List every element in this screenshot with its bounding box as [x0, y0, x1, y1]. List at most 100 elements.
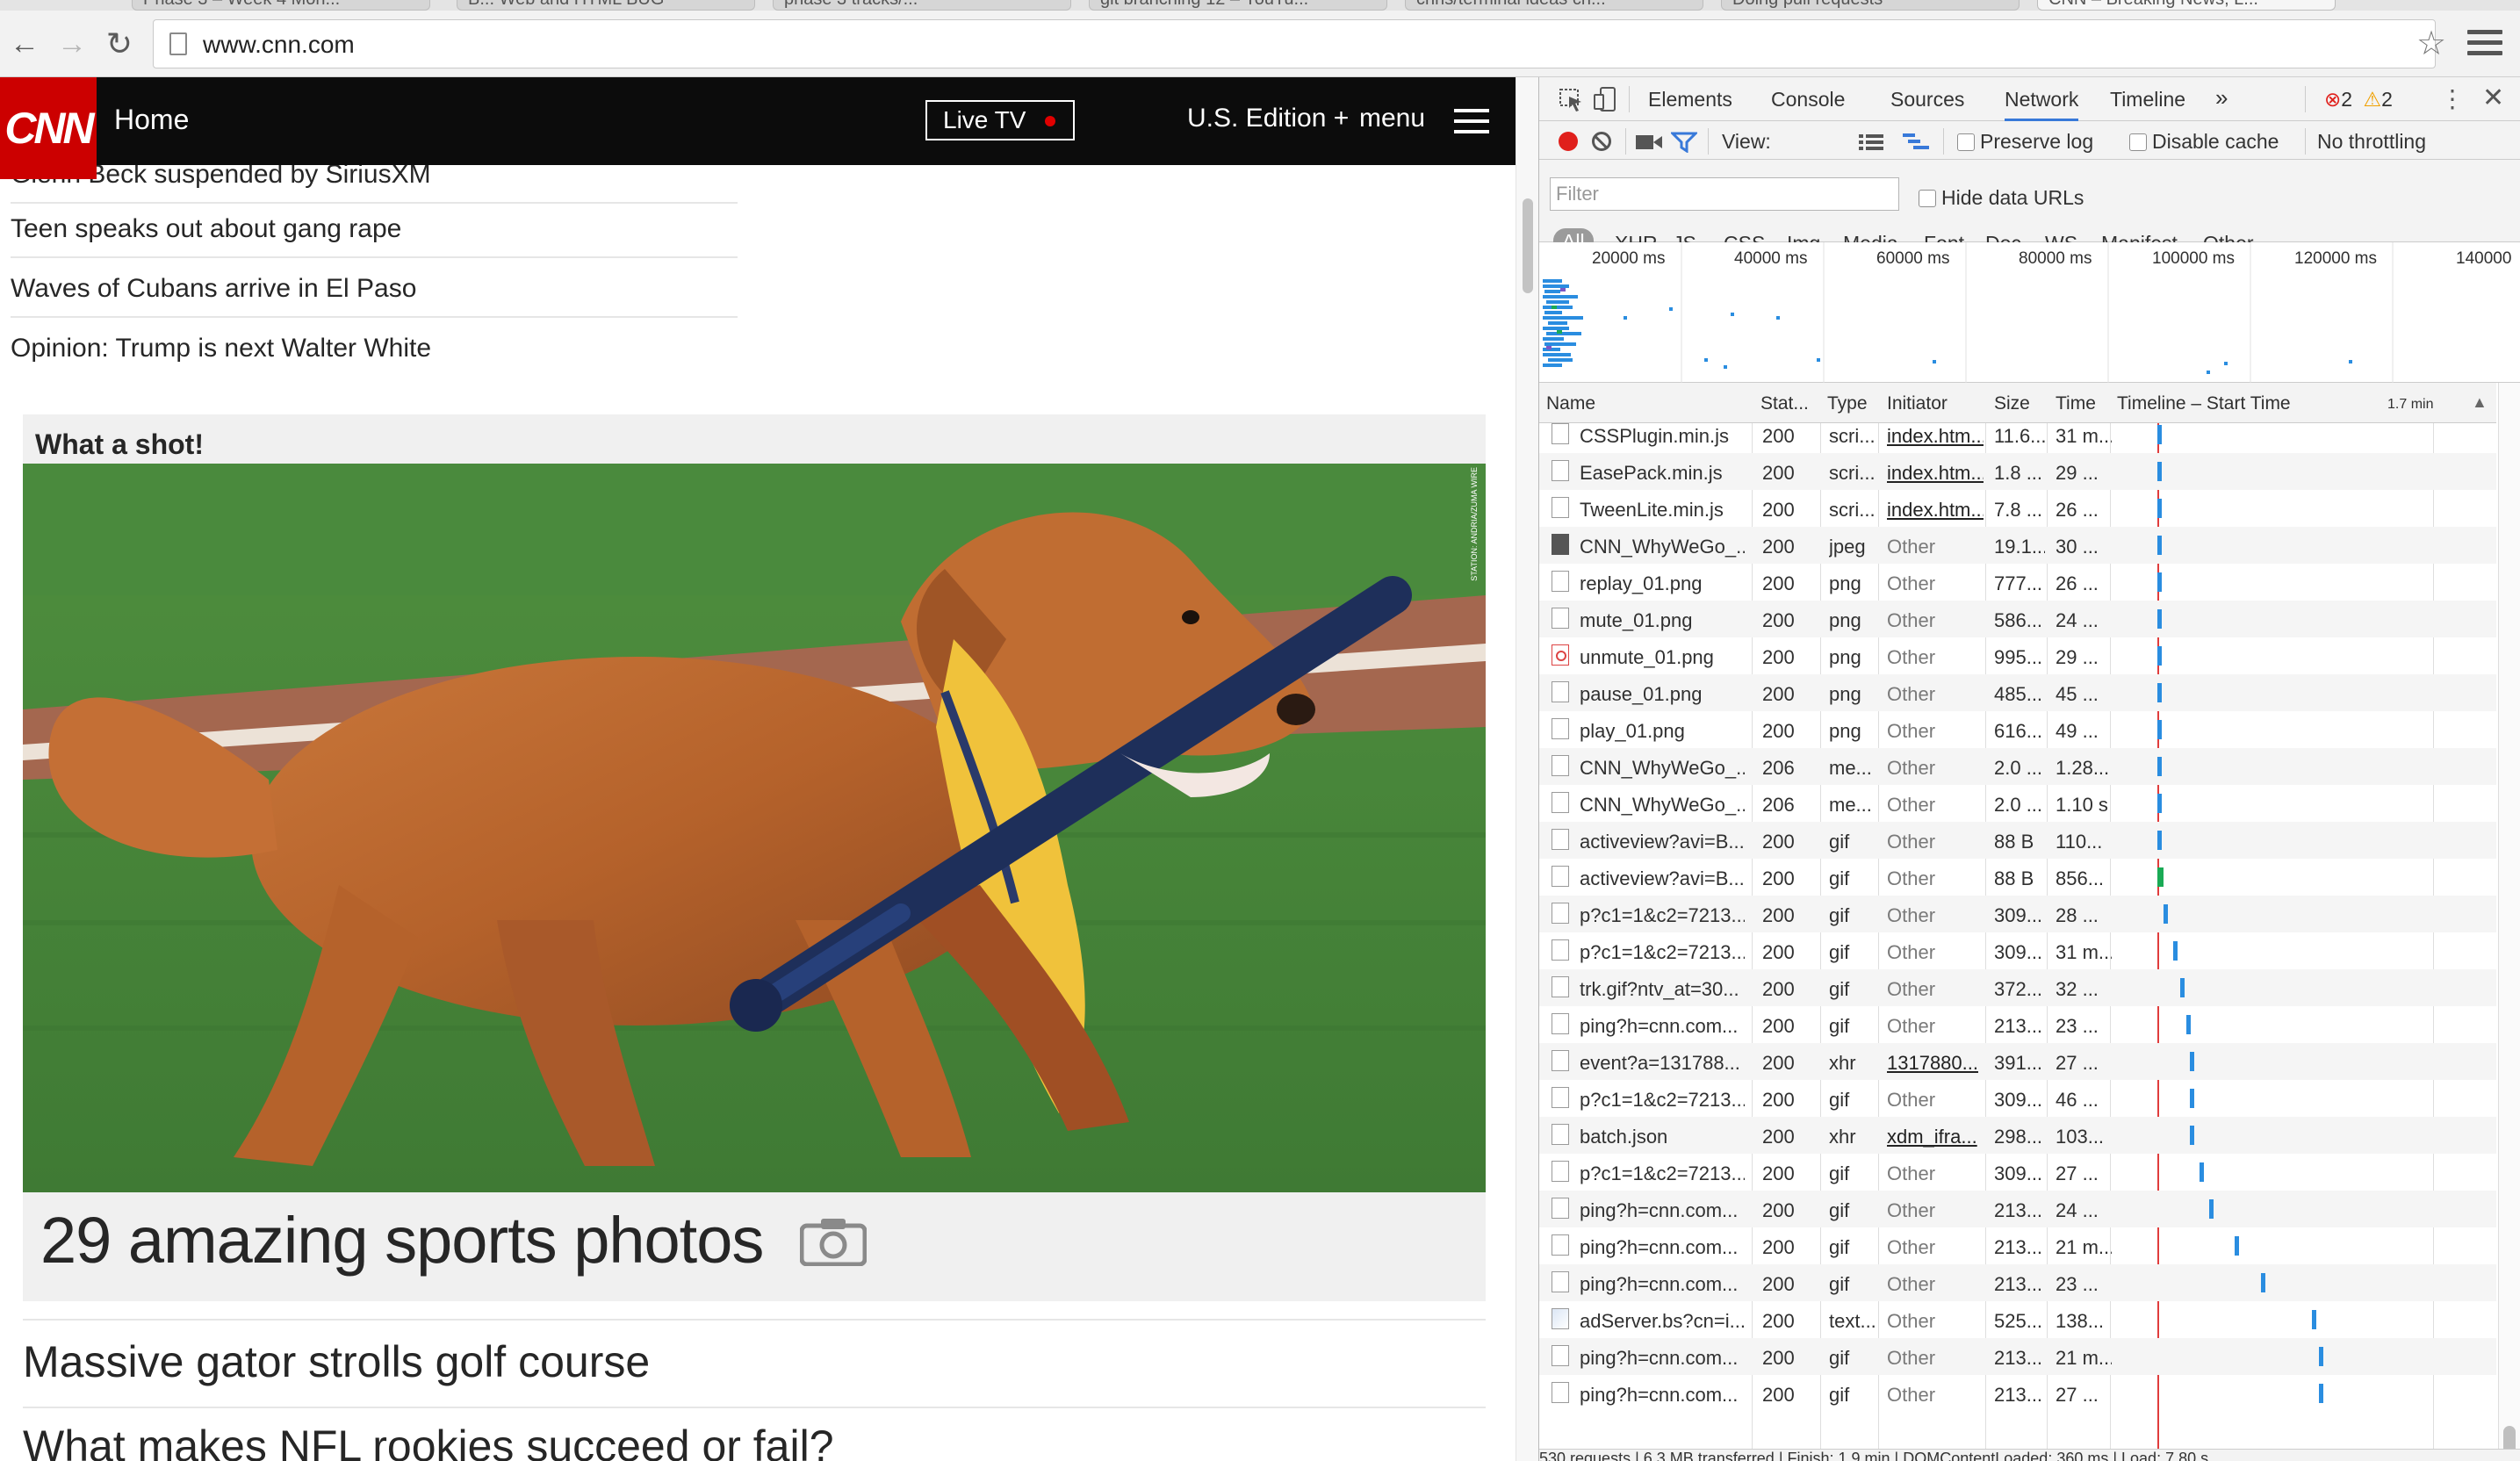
waterfall-bar[interactable] — [2260, 1273, 2265, 1292]
reload-icon[interactable]: ↻ — [102, 26, 137, 61]
photo-gallery-card[interactable]: What a shot! STATION: ANDRIA/ZUMA WIRE 2… — [23, 414, 1486, 1301]
table-row[interactable]: pause_01.png 200 png Other 485... 45 ... — [1539, 674, 2496, 711]
disable-cache-checkbox[interactable]: Disable cache — [2129, 130, 2279, 154]
browser-tab-active[interactable]: CNN – Breaking News, L... — [2037, 0, 2336, 11]
request-name[interactable]: mute_01.png — [1580, 609, 1745, 632]
more-tabs-icon[interactable]: » — [2215, 84, 2228, 112]
dog-with-bat-photo[interactable]: STATION: ANDRIA/ZUMA WIRE — [23, 464, 1486, 1192]
menu-label[interactable]: menu — [1359, 104, 1425, 133]
page-scroll-thumb[interactable] — [1523, 198, 1533, 293]
column-header-time[interactable]: Time — [2056, 393, 2096, 414]
table-row[interactable]: p?c1=1&c2=7213... 200 gif Other 309... 46 ... — [1539, 1080, 2496, 1117]
browser-tab[interactable]: git branching 12 – YouTu... — [1089, 0, 1387, 11]
table-row[interactable]: CNN_WhyWeGo_... 206 me... Other 2.0 ... 1.28.… — [1539, 748, 2496, 785]
browser-tab[interactable]: Doing pull requests — [1721, 0, 2020, 11]
table-row[interactable]: trk.gif?ntv_at=30... 200 gif Other 372... 32 … — [1539, 969, 2496, 1006]
table-row[interactable]: event?a=131788... 200 xhr 1317880... 391... 2… — [1539, 1043, 2496, 1080]
table-row[interactable]: ping?h=cnn.com... 200 gif Other 213... 27 ... — [1539, 1375, 2496, 1412]
request-name[interactable]: ping?h=cnn.com... — [1580, 1015, 1745, 1038]
waterfall-bar[interactable] — [2156, 683, 2162, 702]
request-name[interactable]: CNN_WhyWeGo_... — [1580, 794, 1745, 817]
live-tv-button[interactable]: Live TV — [925, 100, 1075, 140]
hamburger-menu-icon[interactable] — [1454, 109, 1489, 135]
gallery-title[interactable]: 29 amazing sports photos — [40, 1203, 764, 1277]
sort-ascending-icon[interactable]: ▲ — [2472, 393, 2488, 412]
column-header-waterfall[interactable]: Timeline – Start Time — [2117, 393, 2291, 414]
request-name[interactable]: ping?h=cnn.com... — [1580, 1273, 1745, 1296]
table-row[interactable]: batch.json 200 xhr xdm_ifra... 298... 103... — [1539, 1117, 2496, 1154]
tab-timeline[interactable]: Timeline — [2110, 88, 2185, 112]
request-name[interactable]: p?c1=1&c2=7213... — [1580, 1162, 1745, 1185]
request-name[interactable]: trk.gif?ntv_at=30... — [1580, 978, 1745, 1001]
column-header-type[interactable]: Type — [1827, 393, 1868, 414]
table-row[interactable]: ping?h=cnn.com... 200 gif Other 213... 23 ... — [1539, 1264, 2496, 1301]
request-initiator[interactable]: xdm_ifra... — [1887, 1126, 1984, 1148]
record-icon[interactable] — [1559, 132, 1578, 151]
waterfall-bar[interactable] — [2156, 757, 2162, 776]
cnn-logo[interactable]: CNN — [0, 77, 97, 179]
waterfall-bar[interactable] — [2156, 831, 2162, 850]
request-name[interactable]: ping?h=cnn.com... — [1580, 1199, 1745, 1222]
address-bar[interactable]: www.cnn.com — [153, 19, 2436, 68]
request-name[interactable]: p?c1=1&c2=7213... — [1580, 941, 1745, 964]
column-header-status[interactable]: Stat... — [1760, 393, 1809, 414]
hamburger-icon[interactable] — [2467, 30, 2502, 61]
table-row[interactable]: adServer.bs?cn=i... 200 text... Other 525...… — [1539, 1301, 2496, 1338]
request-name[interactable]: event?a=131788... — [1580, 1052, 1745, 1075]
device-toolbar-icon[interactable] — [1592, 86, 1618, 112]
url-text[interactable]: www.cnn.com — [203, 31, 355, 59]
large-rows-icon[interactable] — [1859, 133, 1885, 151]
inspect-element-icon[interactable] — [1559, 88, 1585, 112]
waterfall-bar[interactable] — [2156, 536, 2162, 555]
filter-funnel-icon[interactable] — [1671, 132, 1697, 153]
close-devtools-icon[interactable]: ✕ — [2482, 83, 2504, 113]
headline-link[interactable]: Opinion: Trump is next Walter White — [11, 334, 738, 376]
request-initiator[interactable]: index.htm... — [1887, 425, 1984, 448]
table-row[interactable]: ping?h=cnn.com... 200 gif Other 213... 21 m..… — [1539, 1227, 2496, 1264]
tab-console[interactable]: Console — [1771, 88, 1845, 112]
request-name[interactable]: p?c1=1&c2=7213... — [1580, 1089, 1745, 1112]
request-name[interactable]: EasePack.min.js — [1580, 462, 1745, 485]
preserve-log-checkbox[interactable]: Preserve log — [1957, 130, 2093, 154]
request-name[interactable]: ping?h=cnn.com... — [1580, 1236, 1745, 1259]
kebab-menu-icon[interactable]: ⋮ — [2440, 84, 2465, 113]
network-overview[interactable]: 20000 ms 40000 ms 60000 ms 80000 ms 1000… — [1539, 242, 2520, 383]
story-link[interactable]: Massive gator strolls golf course — [23, 1336, 1486, 1387]
headline-link[interactable]: Glenn Beck suspended by SiriusXM — [11, 160, 738, 204]
request-name[interactable]: ping?h=cnn.com... — [1580, 1347, 1745, 1370]
table-row[interactable]: CNN_WhyWeGo_... 200 jpeg Other 19.1... 30 ... — [1539, 527, 2496, 564]
browser-tab[interactable]: B... Web and HTML BUG — [457, 0, 755, 11]
request-name[interactable]: play_01.png — [1580, 720, 1745, 743]
nav-home-link[interactable]: Home — [114, 104, 189, 136]
request-initiator[interactable]: index.htm... — [1887, 499, 1984, 522]
screenshot-camera-icon[interactable] — [1636, 133, 1662, 151]
column-header-initiator[interactable]: Initiator — [1887, 393, 1948, 414]
table-row[interactable]: p?c1=1&c2=7213... 200 gif Other 309... 31 m..… — [1539, 932, 2496, 969]
back-arrow-icon[interactable]: ← — [7, 26, 42, 61]
gallery-caption[interactable]: 29 amazing sports photos — [23, 1192, 1486, 1301]
waterfall-bar[interactable] — [2189, 1089, 2194, 1108]
waterfall-bar[interactable] — [2156, 425, 2162, 444]
throttling-select[interactable]: No throttling — [2317, 130, 2426, 154]
request-initiator[interactable]: index.htm... — [1887, 462, 1984, 485]
request-name[interactable]: activeview?avi=B... — [1580, 831, 1745, 853]
request-name[interactable]: unmute_01.png — [1580, 646, 1745, 669]
request-name[interactable]: p?c1=1&c2=7213... — [1580, 904, 1745, 927]
waterfall-bar[interactable] — [2189, 1126, 2194, 1145]
request-name[interactable]: adServer.bs?cn=i... — [1580, 1310, 1745, 1333]
request-name[interactable]: CNN_WhyWeGo_... — [1580, 757, 1745, 780]
request-name[interactable]: CNN_WhyWeGo_... — [1580, 536, 1745, 558]
headline-link[interactable]: Teen speaks out about gang rape — [11, 214, 738, 258]
filter-input[interactable] — [1550, 177, 1899, 211]
waterfall-bar[interactable] — [2156, 794, 2162, 813]
waterfall-bar[interactable] — [2318, 1384, 2323, 1403]
waterfall-bar[interactable] — [2235, 1236, 2240, 1256]
waterfall-bar[interactable] — [2156, 867, 2164, 887]
tab-elements[interactable]: Elements — [1648, 88, 1732, 112]
tab-network[interactable]: Network — [2005, 88, 2079, 121]
waterfall-bar[interactable] — [2318, 1347, 2323, 1366]
table-row[interactable]: replay_01.png 200 png Other 777... 26 ... — [1539, 564, 2496, 601]
table-row[interactable]: play_01.png 200 png Other 616... 49 ... — [1539, 711, 2496, 748]
table-row[interactable]: activeview?avi=B... 200 gif Other 88 B 856... — [1539, 859, 2496, 896]
request-name[interactable]: batch.json — [1580, 1126, 1745, 1148]
